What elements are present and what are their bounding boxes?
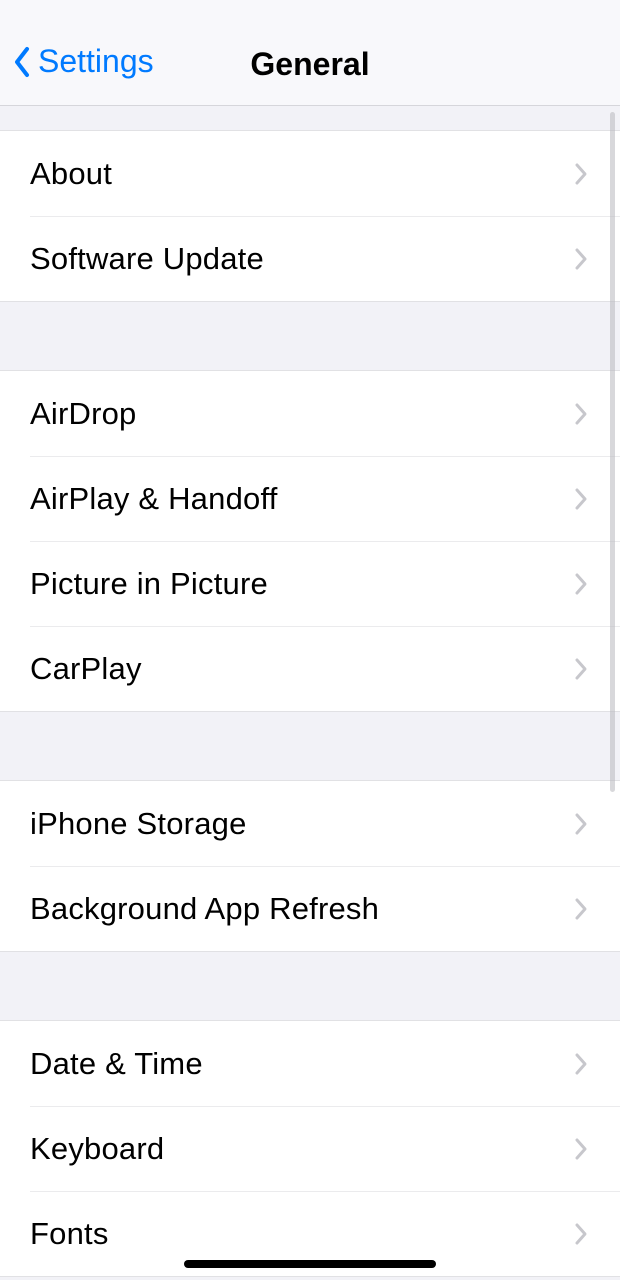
- navigation-bar: Settings General: [0, 0, 620, 106]
- row-label: Picture in Picture: [30, 566, 268, 602]
- chevron-right-icon: [574, 657, 590, 681]
- back-label: Settings: [38, 43, 154, 80]
- section-airdrop: AirDrop AirPlay & Handoff Picture in Pic…: [0, 370, 620, 712]
- back-button[interactable]: Settings: [12, 43, 154, 80]
- chevron-right-icon: [574, 487, 590, 511]
- row-iphone-storage[interactable]: iPhone Storage: [0, 781, 620, 866]
- row-background-app-refresh[interactable]: Background App Refresh: [30, 866, 620, 951]
- chevron-right-icon: [574, 162, 590, 186]
- chevron-right-icon: [574, 812, 590, 836]
- row-carplay[interactable]: CarPlay: [30, 626, 620, 711]
- chevron-right-icon: [574, 1222, 590, 1246]
- scroll-indicator[interactable]: [610, 112, 615, 792]
- row-airplay-handoff[interactable]: AirPlay & Handoff: [30, 456, 620, 541]
- row-label: Software Update: [30, 241, 264, 277]
- row-label: Fonts: [30, 1216, 109, 1252]
- chevron-right-icon: [574, 897, 590, 921]
- section-about: About Software Update: [0, 130, 620, 302]
- row-keyboard[interactable]: Keyboard: [30, 1106, 620, 1191]
- row-label: Background App Refresh: [30, 891, 379, 927]
- row-airdrop[interactable]: AirDrop: [0, 371, 620, 456]
- chevron-right-icon: [574, 247, 590, 271]
- content-scroll[interactable]: About Software Update AirDrop AirPlay & …: [0, 106, 620, 1280]
- row-software-update[interactable]: Software Update: [30, 216, 620, 301]
- row-date-time[interactable]: Date & Time: [0, 1021, 620, 1106]
- row-label: AirPlay & Handoff: [30, 481, 278, 517]
- home-indicator[interactable]: [184, 1260, 436, 1268]
- row-label: Keyboard: [30, 1131, 164, 1167]
- row-label: AirDrop: [30, 396, 136, 432]
- chevron-right-icon: [574, 1137, 590, 1161]
- row-label: Date & Time: [30, 1046, 203, 1082]
- page-title: General: [250, 46, 369, 83]
- section-datetime: Date & Time Keyboard Fonts: [0, 1020, 620, 1277]
- row-about[interactable]: About: [0, 131, 620, 216]
- row-label: iPhone Storage: [30, 806, 247, 842]
- section-storage: iPhone Storage Background App Refresh: [0, 780, 620, 952]
- chevron-right-icon: [574, 402, 590, 426]
- row-picture-in-picture[interactable]: Picture in Picture: [30, 541, 620, 626]
- chevron-left-icon: [12, 45, 32, 79]
- row-label: About: [30, 156, 112, 192]
- row-label: CarPlay: [30, 651, 142, 687]
- chevron-right-icon: [574, 572, 590, 596]
- chevron-right-icon: [574, 1052, 590, 1076]
